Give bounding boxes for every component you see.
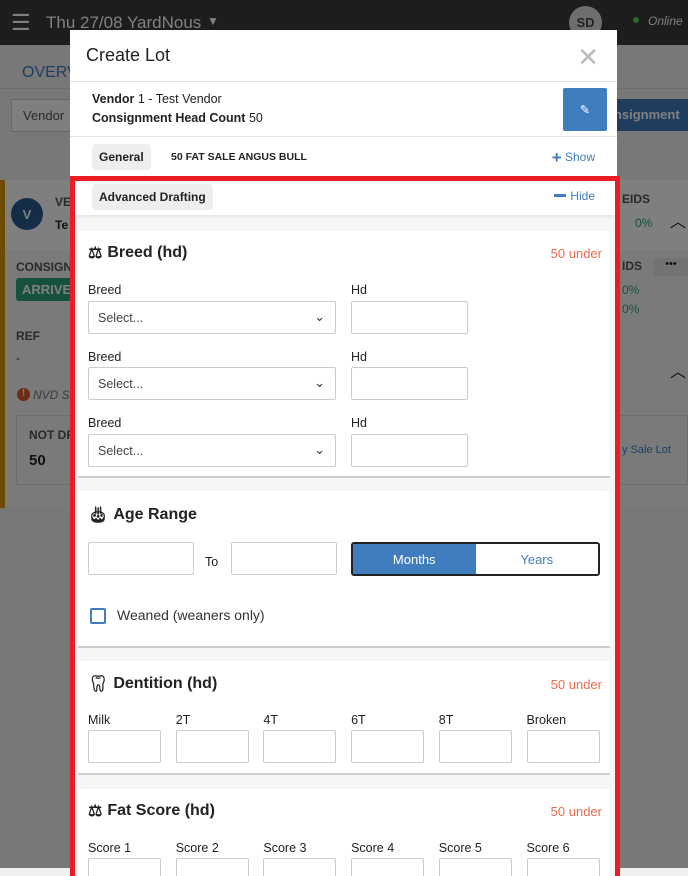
advanced-drafting-header[interactable]: Advanced Drafting Hide <box>75 181 615 215</box>
advanced-drafting-section: Advanced Drafting Hide ⚖ Breed (hd) 50 un… <box>70 176 620 876</box>
close-icon[interactable]: ✕ <box>577 42 599 73</box>
breed-card: ⚖ Breed (hd) 50 under Breed Select... ⌄ Hd… <box>78 231 610 478</box>
weaned-label[interactable]: Weaned (weaners only) <box>117 607 265 623</box>
hide-link[interactable]: Hide <box>554 189 595 203</box>
dentition-under: 50 under <box>550 677 602 692</box>
dentition-title-text: Dentition (hd) <box>113 675 218 692</box>
months-option[interactable]: Months <box>353 544 476 574</box>
show-label: Show <box>564 150 595 164</box>
fat-score-card: ⚖ Fat Score (hd) 50 under Score 1 Score 2 S… <box>78 789 610 876</box>
breed-label: Breed <box>88 350 122 364</box>
dentition-field-label: 2T <box>175 713 191 727</box>
tooth-icon: 🦷︎ <box>88 676 109 693</box>
minus-icon <box>554 194 567 197</box>
dentition-field-input[interactable] <box>88 730 161 763</box>
breed-select-placeholder: Select... <box>98 311 144 325</box>
dentition-field-label: 4T <box>263 713 278 727</box>
vendor-value: 1 - Test Vendor <box>137 92 222 106</box>
headcount-value: 50 <box>248 111 263 125</box>
breed-label: Breed <box>88 416 122 430</box>
modal-title: Create Lot <box>86 45 171 65</box>
breed-select[interactable]: Select... ⌄ <box>88 367 336 400</box>
fat-field-input[interactable] <box>438 858 512 876</box>
breed-title-text: Breed (hd) <box>107 244 188 261</box>
chevron-down-icon: ⌄ <box>314 375 325 390</box>
age-from-input[interactable] <box>88 542 194 575</box>
scale-icon: ⚖ <box>88 803 103 820</box>
hd-input[interactable] <box>351 301 468 334</box>
breed-under: 50 under <box>550 246 602 261</box>
fat-field-label: Score 5 <box>438 841 482 855</box>
age-range-card: 🎂︎ Age Range To Months Years Weaned (wean… <box>78 491 610 648</box>
general-label: General <box>92 144 151 170</box>
fat-field-label: Score 1 <box>88 841 132 855</box>
headcount-label: Consignment Head Count <box>92 111 246 125</box>
breed-select-placeholder: Select... <box>98 377 144 391</box>
advanced-drafting-label: Advanced Drafting <box>92 184 213 210</box>
fat-field-input[interactable] <box>351 858 425 876</box>
scale-icon: ⚖ <box>88 245 103 262</box>
fat-field-label: Score 6 <box>526 841 570 855</box>
years-option[interactable]: Years <box>475 544 598 574</box>
hd-input[interactable] <box>351 367 468 400</box>
to-label: To <box>205 555 219 569</box>
age-to-input[interactable] <box>231 542 337 575</box>
hd-label: Hd <box>351 283 367 297</box>
fat-field-label: Score 3 <box>263 841 307 855</box>
dentition-field-label: 6T <box>351 713 366 727</box>
vendor-summary: Vendor 1 - Test Vendor Consignment Head … <box>70 82 617 137</box>
dentition-field-input[interactable] <box>263 730 337 763</box>
dentition-field-input[interactable] <box>438 730 512 763</box>
dentition-field-input[interactable] <box>526 730 600 763</box>
dentition-field-input[interactable] <box>351 730 425 763</box>
fat-score-under: 50 under <box>550 804 602 819</box>
fat-score-title: ⚖ Fat Score (hd) <box>88 801 215 821</box>
fat-field-input[interactable] <box>175 858 249 876</box>
breed-select-placeholder: Select... <box>98 444 144 458</box>
age-range-title-text: Age Range <box>113 506 197 523</box>
hd-label: Hd <box>351 416 367 430</box>
plus-icon: + <box>551 148 562 167</box>
dentition-title: 🦷︎ Dentition (hd) <box>88 674 217 694</box>
general-section-header[interactable]: General 50 FAT SALE ANGUS BULL + Show <box>70 137 617 176</box>
age-range-title: 🎂︎ Age Range <box>88 505 197 525</box>
hd-label: Hd <box>351 350 367 364</box>
chevron-down-icon: ⌄ <box>314 309 325 324</box>
modal-header: Create Lot ✕ <box>70 30 617 82</box>
breed-label: Breed <box>88 283 122 297</box>
breed-select[interactable]: Select... ⌄ <box>88 301 336 334</box>
pencil-icon: ✎ <box>579 103 591 117</box>
fat-field-input[interactable] <box>526 858 600 876</box>
breed-title: ⚖ Breed (hd) <box>88 243 187 263</box>
fat-field-input[interactable] <box>263 858 337 876</box>
dentition-field-input[interactable] <box>175 730 249 763</box>
dentition-field-label: Broken <box>526 713 567 727</box>
general-summary: 50 FAT SALE ANGUS BULL <box>171 151 307 163</box>
show-link[interactable]: + Show <box>552 148 595 168</box>
dentition-field-label: 8T <box>438 713 454 727</box>
dentition-card: 🦷︎ Dentition (hd) 50 under Milk 2T 4T 6T 8T Br… <box>78 661 610 775</box>
birthday-cake-icon: 🎂︎ <box>88 507 109 524</box>
age-unit-toggle: Months Years <box>351 542 600 576</box>
hide-label: Hide <box>570 189 595 203</box>
breed-select[interactable]: Select... ⌄ <box>88 434 336 467</box>
fat-field-input[interactable] <box>88 858 161 876</box>
vendor-label: Vendor <box>92 92 135 106</box>
chevron-down-icon: ⌄ <box>314 442 325 457</box>
fat-field-label: Score 4 <box>351 841 395 855</box>
hd-input[interactable] <box>351 434 468 467</box>
weaned-checkbox[interactable] <box>90 608 106 624</box>
edit-button[interactable]: ✎ <box>563 88 607 131</box>
dentition-field-label: Milk <box>88 713 111 727</box>
fat-field-label: Score 2 <box>175 841 219 855</box>
fat-score-title-text: Fat Score (hd) <box>107 802 215 819</box>
